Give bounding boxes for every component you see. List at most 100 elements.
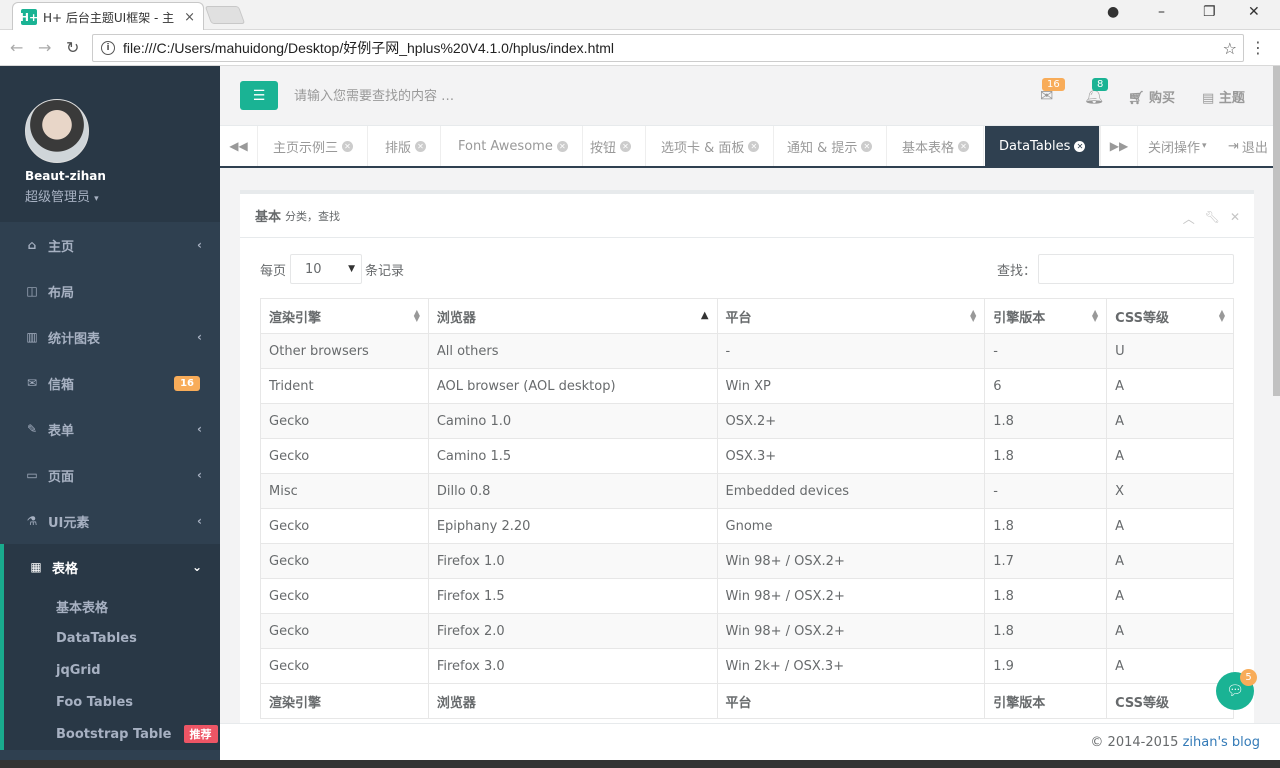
table-icon: ▦: [30, 560, 42, 574]
tab-close-icon[interactable]: ✕: [342, 140, 354, 152]
info-icon[interactable]: i: [101, 41, 115, 55]
url-field[interactable]: i file:///C:/Users/mahuidong/Desktop/好例子…: [92, 34, 1244, 62]
close-icon[interactable]: ✕: [1248, 4, 1260, 20]
tabs-scroll-right-button[interactable]: ▶▶: [1100, 126, 1138, 166]
page-scrollbar[interactable]: [1273, 66, 1280, 396]
sidebar-item-mailbox[interactable]: ✉ 信箱 16: [0, 360, 220, 406]
column-header-browser[interactable]: 浏览器 ▲: [427, 298, 718, 334]
tab-home-example-3[interactable]: 主页示例三 ✕: [259, 126, 369, 166]
wrench-icon[interactable]: 🔧︎: [1205, 210, 1220, 227]
back-icon[interactable]: ←: [10, 38, 23, 57]
sidebar-item-charts[interactable]: ▥ 统计图表 ‹: [0, 314, 220, 360]
sidebar-toggle-button[interactable]: ☰: [240, 81, 278, 110]
sidebar-item-forms[interactable]: ✎ 表单 ‹: [0, 406, 220, 452]
table-row[interactable]: Gecko Epiphany 2.20 Gnome 1.8 A: [260, 508, 1234, 544]
column-header-engine-version[interactable]: 引擎版本 ▲ ▼: [984, 298, 1108, 334]
menu-icon[interactable]: ⋮: [1250, 38, 1266, 57]
table-cell: Firefox 2.0: [427, 613, 718, 649]
tab-typography[interactable]: 排版 ✕: [371, 126, 442, 166]
star-icon[interactable]: ☆: [1223, 39, 1237, 58]
tab-close-icon[interactable]: ✕: [861, 140, 873, 152]
sidebar-item-ui-elements[interactable]: ⚗ UI元素 ‹: [0, 498, 220, 544]
bar-chart-icon: ▥: [26, 330, 38, 344]
tab-close-icon[interactable]: ✕: [1074, 140, 1086, 152]
sidebar-subitem-datatables[interactable]: DataTables: [4, 622, 220, 654]
profile-role-dropdown[interactable]: 超级管理员 ▾: [25, 186, 99, 205]
table-row[interactable]: Gecko Camino 1.5 OSX.3+ 1.8 A: [260, 438, 1234, 474]
tab-close-icon[interactable]: ✕: [958, 140, 970, 152]
table-row[interactable]: Gecko Camino 1.0 OSX.2+ 1.8 A: [260, 403, 1234, 439]
table-row[interactable]: Gecko Firefox 2.0 Win 98+ / OSX.2+ 1.8 A: [260, 613, 1234, 649]
tab-label: 按钮: [590, 140, 617, 156]
sidebar-subitem-basic-table[interactable]: 基本表格: [4, 590, 220, 622]
browser-tab[interactable]: H+ H+ 后台主题UI框架 - 主 ×: [12, 2, 204, 31]
top-navbar: ☰ ✉ 16 🔔︎ 8 🛒︎ 购买 ▤ 主题: [220, 66, 1280, 126]
panel-title: 基本: [255, 210, 282, 225]
account-icon[interactable]: ●: [1107, 4, 1119, 20]
tab-close-icon[interactable]: ✕: [415, 140, 427, 152]
tab-close-icon[interactable]: ×: [184, 10, 195, 25]
copyright: © 2014-2015: [1090, 735, 1179, 750]
tab-datatables[interactable]: DataTables ✕: [985, 126, 1101, 166]
tab-close-icon[interactable]: ✕: [748, 140, 760, 152]
comments-icon: 💬︎: [1226, 683, 1244, 699]
column-header-css-grade[interactable]: CSS等级 ▲ ▼: [1106, 298, 1234, 334]
per-page-suffix: 条记录: [365, 264, 405, 279]
tab-basic-table[interactable]: 基本表格 ✕: [888, 126, 985, 166]
new-tab-button[interactable]: [204, 6, 246, 24]
column-header-engine[interactable]: 渲染引擎 ▲ ▼: [260, 298, 429, 334]
content-tabs-bar: ◀◀ 主页示例三 ✕ 排版 ✕ Font Awesome ✕ 按钮 ✕ 选项卡 & 面板…: [220, 126, 1280, 168]
address-bar: ← → ↻ i file:///C:/Users/mahuidong/Deskt…: [0, 30, 1280, 66]
sidebar-subitem-foo-tables[interactable]: Foo Tables: [4, 686, 220, 718]
sidebar-item-tables[interactable]: ▦ 表格 ⌄: [0, 544, 220, 590]
restore-icon[interactable]: ❐: [1203, 4, 1216, 20]
close-operations-dropdown[interactable]: 关闭操作 ▾: [1148, 126, 1207, 166]
forward-icon[interactable]: →: [38, 38, 51, 57]
avatar[interactable]: [25, 99, 89, 163]
chevron-left-icon: ‹: [197, 422, 202, 436]
chevron-left-icon: ‹: [197, 330, 202, 344]
column-header-platform[interactable]: 平台 ▲ ▼: [716, 298, 986, 334]
table-row[interactable]: Misc Dillo 0.8 Embedded devices - X: [260, 473, 1234, 509]
sidebar-item-label: 页面: [48, 469, 75, 485]
minimize-icon[interactable]: –: [1158, 4, 1165, 20]
table-row[interactable]: Gecko Firefox 1.0 Win 98+ / OSX.2+ 1.7 A: [260, 543, 1234, 579]
close-icon[interactable]: ✕: [1230, 210, 1240, 227]
tab-font-awesome[interactable]: Font Awesome ✕: [444, 126, 583, 166]
sign-out-icon: ⇥: [1228, 138, 1239, 154]
theme-link[interactable]: ▤ 主题: [1202, 87, 1245, 106]
table-cell: Win 98+ / OSX.2+: [716, 578, 986, 614]
search-input[interactable]: [286, 84, 686, 108]
tab-label: 排版: [385, 140, 412, 156]
tab-close-icon[interactable]: ✕: [620, 140, 632, 152]
tabs-scroll-left-button[interactable]: ◀◀: [220, 126, 258, 166]
sidebar-item-home[interactable]: ⌂ 主页 ‹: [0, 222, 220, 268]
table-row[interactable]: Trident AOL browser (AOL desktop) Win XP 6 A: [260, 368, 1234, 404]
profile-name[interactable]: Beaut-zihan: [25, 169, 106, 183]
profile-role-label: 超级管理员: [25, 190, 91, 205]
blog-link[interactable]: zihan's blog: [1183, 735, 1260, 750]
reload-icon[interactable]: ↻: [66, 38, 79, 57]
sidebar-subitem-jqgrid[interactable]: jqGrid: [4, 654, 220, 686]
sidebar-item-label: 统计图表: [48, 331, 101, 347]
tab-close-icon[interactable]: ✕: [556, 140, 568, 152]
table-row[interactable]: Gecko Firefox 1.5 Win 98+ / OSX.2+ 1.8 A: [260, 578, 1234, 614]
footer-header-engine: 渲染引擎: [260, 683, 429, 719]
table-cell: A: [1106, 648, 1234, 684]
collapse-icon[interactable]: ︿: [1183, 210, 1195, 227]
sidebar-item-pages[interactable]: ▭ 页面 ‹: [0, 452, 220, 498]
tab-buttons[interactable]: 按钮 ✕: [576, 126, 647, 166]
sort-icon: ▲ ▼: [1091, 308, 1099, 323]
sidebar-item-label: 信箱: [48, 377, 75, 393]
sidebar-subitem-bootstrap-table[interactable]: Bootstrap Table 推荐: [4, 718, 220, 750]
table-search-input[interactable]: [1038, 254, 1234, 284]
table-row[interactable]: Gecko Firefox 3.0 Win 2k+ / OSX.3+ 1.9 A: [260, 648, 1234, 684]
sidebar-item-layout[interactable]: ◫ 布局: [0, 268, 220, 314]
table-row[interactable]: Other browsers All others - - U: [260, 333, 1234, 369]
page-length-select[interactable]: 10 ▼: [290, 254, 362, 284]
desktop-icon: ▭: [26, 468, 38, 482]
buy-link[interactable]: 🛒︎ 购买: [1128, 87, 1175, 106]
tab-notifications[interactable]: 通知 & 提示 ✕: [773, 126, 888, 166]
logout-button[interactable]: ⇥ 退出: [1228, 126, 1268, 166]
tab-tabs-panels[interactable]: 选项卡 & 面板 ✕: [647, 126, 775, 166]
